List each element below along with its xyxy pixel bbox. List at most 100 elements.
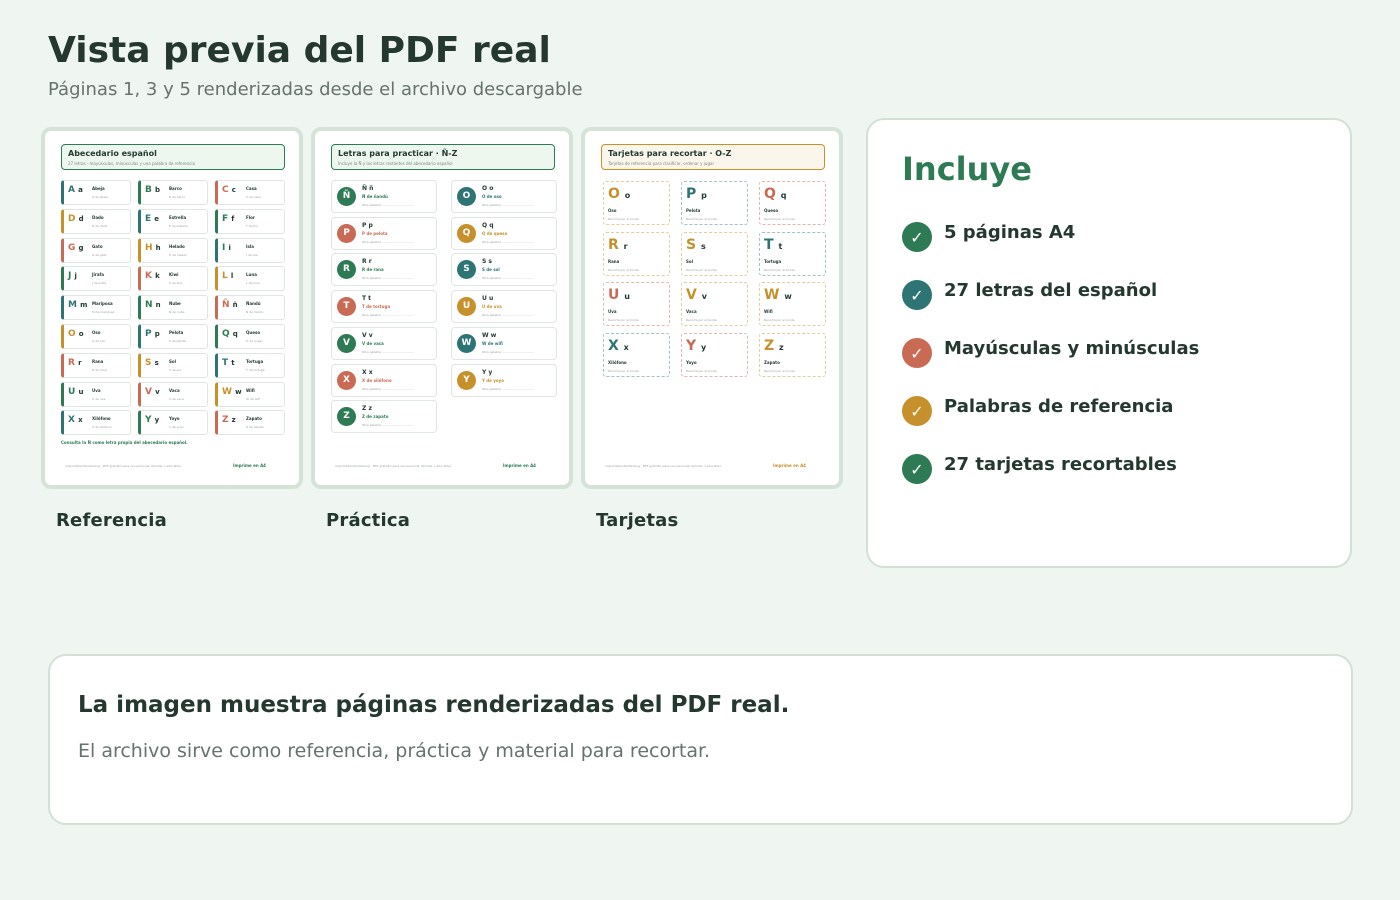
- card-word: Pelota: [686, 208, 701, 213]
- note-text: El archivo sirve como referencia, prácti…: [78, 740, 711, 762]
- letter-hint: T de tortuga: [362, 304, 391, 310]
- practice-line: Otra palabra ...........................…: [482, 313, 535, 318]
- letter-hint: R de rana: [92, 367, 107, 372]
- practice-card: Ñ Ñ ñ Ñ de ñandú Otra palabra .............…: [331, 180, 437, 213]
- page-footer-tag: Imprime en A4: [773, 463, 806, 468]
- letter-circle: W: [457, 333, 476, 353]
- letter-word: Oso: [92, 330, 101, 335]
- practice-card: X X xX de xilófono Otra palabra ..........…: [331, 363, 437, 397]
- letter-pair: U u: [482, 295, 494, 303]
- letter-card: U u Uva U de uva: [61, 381, 131, 407]
- thumbnail-referencia[interactable]: Abecedario español 27 letras · mayúscula…: [41, 127, 303, 489]
- practice-card: W W wW de wifi Otra palabra ..............…: [451, 326, 557, 360]
- letter-word: Rana: [92, 358, 104, 364]
- letter-pair: Y y: [482, 368, 493, 376]
- practice-line: Otra palabra ...........................…: [362, 423, 415, 428]
- letter-hint: B de barco: [169, 195, 186, 199]
- letter-hint: G de gato: [92, 252, 107, 257]
- letter-card: D d Dado D de dado: [61, 208, 131, 234]
- letter-hint: Q de queso: [482, 230, 508, 236]
- letter-card: P p Pelota P de pelota: [138, 324, 208, 349]
- card-cut-hint: Recorta por el borde: [764, 267, 795, 272]
- letter-card: N n Nube N de nube: [138, 295, 208, 321]
- letter-hint: L de luna: [246, 281, 260, 286]
- check-icon: ✓: [902, 396, 932, 426]
- page-footer-tag: Imprime en A4: [503, 463, 536, 468]
- letter-hint: S de sol: [482, 267, 500, 273]
- letter-hint: N de nube: [169, 310, 185, 315]
- letter-word: Barco: [169, 186, 182, 191]
- include-item: ✓ 27 letras del español: [902, 270, 1157, 310]
- letter-pair: X x: [68, 415, 83, 426]
- letter-circle: Ñ: [337, 187, 356, 206]
- letter-card: G g Gato G de gato: [61, 237, 131, 263]
- letter-pair: Y y: [686, 337, 707, 354]
- card-cut-hint: Recorta por el borde: [608, 267, 639, 272]
- letter-pair: G g: [68, 242, 84, 253]
- letter-hint: D de dado: [92, 223, 108, 228]
- letter-word: Uva: [92, 387, 101, 393]
- letter-word: Estrella: [169, 214, 187, 220]
- letter-card: H h Helado H de helado: [138, 237, 208, 263]
- letter-card: E e Estrella E de estrella: [138, 208, 208, 234]
- thumbnail-tarjetas[interactable]: Tarjetas para recortar · O-Z Tarjetas de…: [581, 127, 843, 489]
- card-cut-hint: Recorta por el borde: [686, 368, 717, 373]
- practice-card: Z Z zZ de zapato Otra palabra ............…: [331, 400, 437, 434]
- letter-hint: K de kiwi: [169, 281, 183, 286]
- letter-hint: W de wifi: [482, 340, 503, 346]
- include-label: Palabras de referencia: [944, 395, 1174, 417]
- card-word: Sol: [686, 258, 693, 264]
- caption-practica: Práctica: [326, 510, 411, 531]
- letter-pair: P p: [362, 221, 373, 229]
- letter-pair: Q q: [764, 186, 787, 202]
- letter-hint: Y de yoyo: [482, 377, 504, 383]
- letter-word: Nube: [169, 301, 181, 307]
- thumbnail-practica[interactable]: Letras para practicar · Ñ-Z Incluye la Ñ…: [311, 127, 573, 489]
- include-label: 27 tarjetas recortables: [944, 453, 1177, 475]
- letter-card: Ñ ñ Ñandú Ñ de ñandú: [215, 295, 285, 321]
- cut-card: Y y Yoyo Recorta por el borde: [681, 332, 748, 377]
- practice-line: Otra palabra ...........................…: [362, 203, 415, 207]
- letter-card: V v Vaca V de vaca: [138, 381, 208, 407]
- letter-card: Q q Queso Q de queso: [215, 324, 285, 349]
- card-cut-hint: Recorta por el borde: [686, 217, 717, 221]
- letter-hint: Q de queso: [246, 339, 264, 343]
- cut-card: R r Rana Recorta por el borde: [603, 231, 670, 276]
- page-footer-tag: Imprime en A4: [233, 463, 266, 468]
- page-header: Tarjetas para recortar · O-Z Tarjetas de…: [601, 144, 825, 170]
- check-icon: ✓: [902, 454, 932, 484]
- practice-line: Otra palabra ...........................…: [362, 386, 415, 391]
- cut-card: X x Xilófono Recorta por el borde: [603, 332, 670, 377]
- letter-circle: X: [337, 370, 356, 390]
- letter-pair: Q q: [222, 329, 238, 339]
- letter-pair: T t: [362, 295, 372, 303]
- card-cut-hint: Recorta por el borde: [686, 318, 717, 322]
- practice-line: Otra palabra ...........................…: [482, 276, 535, 281]
- letter-word: Xilófono: [92, 416, 111, 422]
- card-word: Yoyo: [686, 359, 697, 365]
- practice-card: P P pP de pelota Otra palabra ............…: [331, 216, 437, 250]
- letter-word: Dado: [92, 214, 104, 220]
- cut-card: Z z Zapato Recorta por el borde: [759, 332, 826, 377]
- page-footer: imprimibleinfantia.blog · PDF gratuito p…: [335, 464, 452, 468]
- letter-pair: R r: [362, 258, 372, 266]
- letter-circle: P: [337, 223, 356, 243]
- letter-card: B b Barco B de barco: [138, 180, 208, 205]
- letter-pair: S s: [686, 236, 706, 253]
- letter-word: Queso: [246, 330, 261, 335]
- letter-card: S s Sol S de sol: [138, 352, 208, 378]
- letter-word: Sol: [169, 358, 176, 364]
- card-word: Oso: [608, 208, 617, 213]
- letter-card: I i Isla I de isla: [215, 237, 285, 263]
- letter-word: Helado: [169, 243, 185, 249]
- letter-circle: R: [337, 260, 356, 280]
- practice-line: Otra palabra ...........................…: [362, 349, 415, 354]
- letter-pair: V v: [362, 331, 373, 339]
- letter-card: R r Rana R de rana: [61, 352, 131, 378]
- includes-title: Incluye: [902, 150, 1032, 188]
- letter-hint: P de pelota: [169, 339, 186, 343]
- letter-word: Abeja: [92, 186, 105, 191]
- card-word: Uva: [608, 309, 617, 314]
- practice-line: Otra palabra ...........................…: [362, 239, 415, 244]
- letter-pair: Q q: [482, 221, 494, 229]
